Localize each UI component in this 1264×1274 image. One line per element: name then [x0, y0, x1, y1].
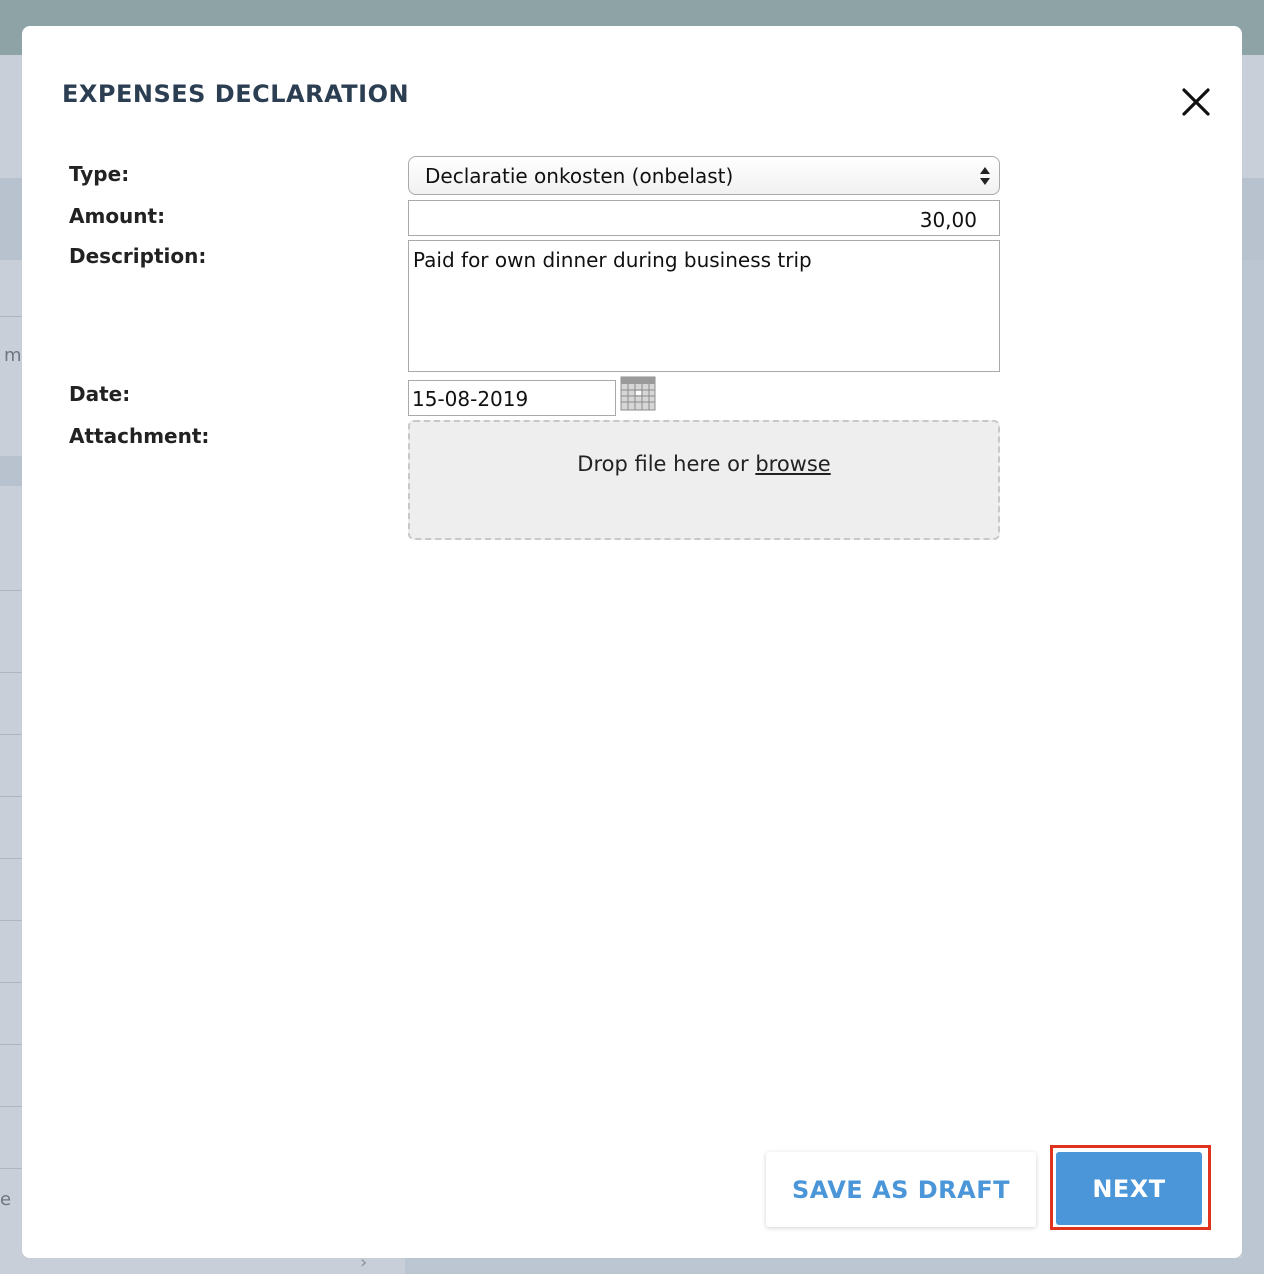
modal-title: EXPENSES DECLARATION: [62, 80, 410, 108]
save-as-draft-button[interactable]: SAVE AS DRAFT: [766, 1152, 1036, 1227]
background-divider: [0, 1044, 22, 1045]
description-label: Description:: [69, 244, 207, 268]
background-band-small: [0, 456, 22, 486]
background-text-fragment: e: [0, 1189, 12, 1210]
background-divider: [0, 734, 22, 735]
close-icon: [1174, 80, 1218, 124]
background-divider: [0, 858, 22, 859]
next-button[interactable]: NEXT: [1056, 1152, 1202, 1225]
background-divider: [0, 590, 22, 591]
type-label: Type:: [69, 162, 130, 186]
date-label: Date:: [69, 382, 131, 406]
browse-link[interactable]: browse: [755, 452, 830, 476]
close-button[interactable]: [1174, 80, 1218, 124]
background-bottom-panel: [405, 1258, 1264, 1274]
attachment-label: Attachment:: [69, 424, 210, 448]
background-text-fragment: m: [4, 345, 22, 366]
amount-field[interactable]: 30,00: [408, 200, 1000, 236]
calendar-button[interactable]: [620, 376, 656, 412]
background-right-panel: [1242, 260, 1264, 1274]
background-divider: [0, 796, 22, 797]
date-field[interactable]: 15-08-2019: [408, 380, 616, 416]
calendar-icon: [620, 376, 656, 416]
background-divider: [0, 920, 22, 921]
background-divider: [0, 672, 22, 673]
amount-label: Amount:: [69, 204, 166, 228]
background-divider: [0, 1168, 22, 1169]
description-textarea[interactable]: Paid for own dinner during business trip: [408, 240, 1000, 372]
background-divider: [0, 982, 22, 983]
background-divider: [0, 1106, 22, 1107]
type-select-value: Declaratie onkosten (onbelast): [425, 164, 734, 188]
background-divider: [0, 316, 22, 317]
dropzone-text: Drop file here or: [577, 452, 756, 476]
type-select[interactable]: Declaratie onkosten (onbelast): [408, 156, 1000, 195]
attachment-dropzone[interactable]: Drop file here or browse: [408, 420, 1000, 540]
expenses-declaration-modal: EXPENSES DECLARATION Type: Declaratie on…: [22, 26, 1242, 1258]
select-arrows-icon: [979, 164, 991, 188]
